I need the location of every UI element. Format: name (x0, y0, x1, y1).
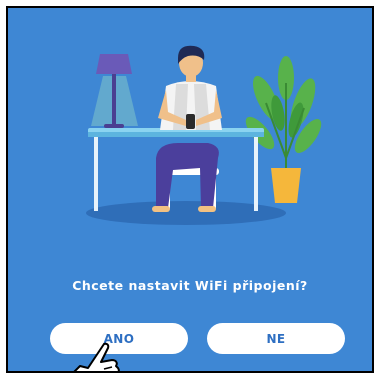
wifi-setup-question: Chcete nastavit WiFi připojení? (72, 278, 308, 293)
person-at-desk-illustration (86, 45, 322, 225)
wifi-setup-screen: Chcete nastavit WiFi připojení? ANO NE (6, 6, 374, 373)
pointing-hand-icon (73, 342, 120, 371)
no-button[interactable]: NE (207, 323, 345, 354)
